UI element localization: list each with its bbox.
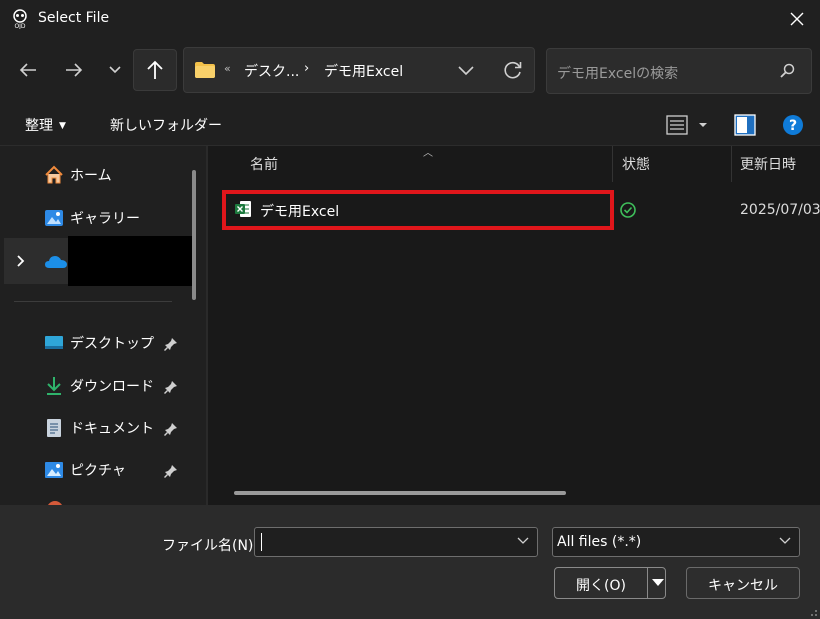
cancel-button[interactable]: キャンセル xyxy=(686,567,800,599)
breadcrumb-separator[interactable]: › xyxy=(304,61,309,76)
desktop-icon xyxy=(44,333,64,353)
app-logo-icon: OJD xyxy=(13,9,27,29)
redacted-area xyxy=(68,236,193,286)
preview-pane-icon[interactable] xyxy=(734,114,756,136)
filename-label: ファイル名(N): xyxy=(162,538,259,554)
sidebar-item-gallery[interactable]: ギャラリー xyxy=(44,201,140,235)
filename-combobox[interactable] xyxy=(254,527,538,557)
file-name[interactable]: デモ用Excel xyxy=(260,201,339,221)
sidebar-divider xyxy=(14,301,172,302)
up-button[interactable] xyxy=(133,49,177,91)
column-header-name[interactable]: 名前 xyxy=(250,154,278,174)
column-separator[interactable] xyxy=(731,146,732,182)
cancel-button-label: キャンセル xyxy=(708,578,778,594)
download-icon xyxy=(44,376,64,396)
file-modified-date: 2025/07/03 xyxy=(740,202,820,218)
sidebar-item-label: デスクトップ xyxy=(70,336,154,352)
chevron-down-icon[interactable] xyxy=(779,536,791,546)
navigation-pane: ホーム ギャラリー デスクトップ ダウンロード ドキュメント ピクチャ xyxy=(0,146,205,505)
sidebar-scrollbar[interactable] xyxy=(192,170,196,300)
search-box[interactable]: デモ用Excelの検索 xyxy=(546,48,812,94)
sort-ascending-icon: ︿ xyxy=(423,148,433,159)
pin-icon[interactable] xyxy=(164,464,178,478)
arrow-right-icon xyxy=(66,63,83,77)
sidebar-item-documents[interactable]: ドキュメント xyxy=(44,411,154,445)
open-button-label: 開く(O) xyxy=(576,578,626,594)
address-bar[interactable]: « デスク... › デモ用Excel xyxy=(183,47,535,93)
pictures-icon xyxy=(44,460,64,480)
close-icon xyxy=(790,12,804,26)
sidebar-item-label: ギャラリー xyxy=(70,211,140,227)
pin-icon[interactable] xyxy=(164,337,178,351)
pin-icon[interactable] xyxy=(164,380,178,394)
dialog-footer: ファイル名(N): All files (*.*) 開く(O) キャンセル xyxy=(0,505,820,619)
search-placeholder[interactable]: デモ用Excelの検索 xyxy=(557,63,678,83)
command-toolbar: 整理 ▼ 新しいフォルダー ? xyxy=(0,104,820,146)
chevron-down-icon[interactable] xyxy=(517,536,529,546)
window-title: Select File xyxy=(38,10,110,26)
address-overflow[interactable]: « xyxy=(224,62,231,75)
folder-icon xyxy=(195,62,215,78)
sidebar-item-label: ホーム xyxy=(70,168,112,184)
open-button[interactable]: 開く(O) xyxy=(554,567,666,599)
document-icon xyxy=(44,418,64,438)
filename-input[interactable] xyxy=(261,533,511,551)
back-button[interactable] xyxy=(12,53,44,87)
refresh-icon[interactable] xyxy=(502,59,524,81)
search-icon[interactable] xyxy=(779,63,795,79)
forward-button[interactable] xyxy=(58,53,90,87)
recent-locations-button[interactable] xyxy=(104,53,126,87)
caret-down-icon: ▼ xyxy=(59,121,66,131)
sidebar-item-pictures[interactable]: ピクチャ xyxy=(44,453,126,487)
chevron-right-icon[interactable] xyxy=(16,254,26,268)
onedrive-icon xyxy=(45,256,67,268)
sidebar-item-desktop[interactable]: デスクトップ xyxy=(44,326,154,360)
help-icon[interactable]: ? xyxy=(782,114,804,136)
svg-text:?: ? xyxy=(789,118,797,134)
split-divider xyxy=(647,568,648,598)
sidebar-item-home[interactable]: ホーム xyxy=(44,158,112,192)
title-bar: OJD Select File xyxy=(0,0,820,38)
organize-label: 整理 xyxy=(25,118,53,134)
svg-text:OJD: OJD xyxy=(14,23,25,29)
file-type-value: All files (*.*) xyxy=(557,534,642,550)
breadcrumb-current-folder[interactable]: デモ用Excel xyxy=(324,61,403,81)
home-icon xyxy=(44,165,64,185)
view-options-button[interactable] xyxy=(666,114,714,136)
column-separator[interactable] xyxy=(612,146,613,182)
sidebar-item-downloads[interactable]: ダウンロード xyxy=(44,369,154,403)
file-list: ︿ 名前 状態 更新日時 デモ用Excel 2025/07/03 xyxy=(208,146,820,505)
chevron-down-icon[interactable] xyxy=(456,62,476,80)
caret-down-icon[interactable] xyxy=(651,578,665,588)
arrow-up-icon xyxy=(147,60,163,79)
navigation-bar: « デスク... › デモ用Excel デモ用Excelの検索 xyxy=(0,38,820,104)
sidebar-item-label: ダウンロード xyxy=(70,379,154,395)
sidebar-item-label: ドキュメント xyxy=(70,421,154,437)
horizontal-scrollbar[interactable] xyxy=(234,491,566,495)
gallery-icon xyxy=(44,208,64,228)
pin-icon[interactable] xyxy=(164,422,178,436)
new-folder-button[interactable]: 新しいフォルダー xyxy=(110,115,222,135)
organize-menu-button[interactable]: 整理 ▼ xyxy=(25,115,66,135)
column-header-status[interactable]: 状態 xyxy=(622,154,650,174)
sidebar-item-label: ピクチャ xyxy=(70,463,126,479)
synced-check-icon xyxy=(620,202,636,218)
close-button[interactable] xyxy=(774,0,820,38)
arrow-left-icon xyxy=(19,63,36,77)
file-type-select[interactable]: All files (*.*) xyxy=(552,527,800,557)
breadcrumb-desktop[interactable]: デスク... xyxy=(244,61,299,81)
column-header-modified[interactable]: 更新日時 xyxy=(740,154,796,174)
chevron-down-icon xyxy=(109,66,121,74)
excel-icon xyxy=(235,201,251,217)
resize-grip-icon[interactable] xyxy=(806,605,818,617)
